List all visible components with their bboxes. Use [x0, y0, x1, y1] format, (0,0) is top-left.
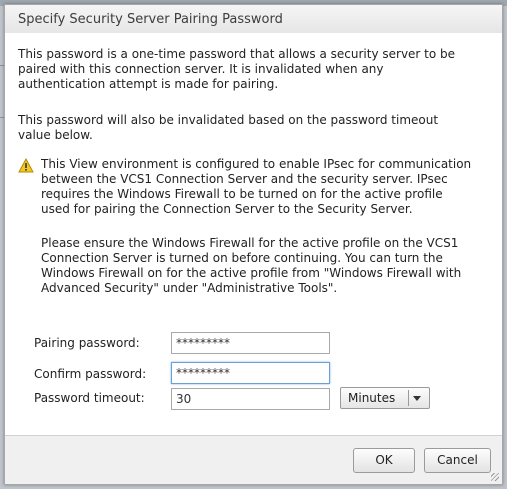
pairing-password-input[interactable] [171, 332, 330, 354]
timeout-paragraph: This password will also be invalidated b… [18, 113, 439, 142]
intro-paragraph: This password is a one-time password tha… [18, 47, 456, 91]
firewall-instructions-text: Please ensure the Windows Firewall for t… [41, 236, 462, 295]
timeout-unit-label: Minutes [348, 391, 396, 405]
ok-button[interactable]: OK [353, 448, 415, 473]
ipsec-warning-text: This View environment is configured to e… [41, 157, 472, 216]
password-timeout-label: Password timeout: [34, 391, 145, 405]
resize-grip-icon[interactable] [491, 473, 499, 481]
password-timeout-input[interactable] [171, 388, 330, 410]
dialog-titlebar[interactable]: Specify Security Server Pairing Password [5, 5, 502, 34]
dialog-body: This password is a one-time password tha… [5, 33, 502, 436]
confirm-password-input[interactable] [171, 362, 330, 384]
chevron-down-icon[interactable] [413, 396, 421, 401]
confirm-password-label: Confirm password: [34, 367, 147, 381]
timeout-unit-select[interactable]: Minutes [340, 387, 430, 409]
cancel-button[interactable]: Cancel [424, 448, 491, 473]
warning-icon [18, 158, 34, 173]
dialog-title: Specify Security Server Pairing Password [18, 12, 283, 27]
dialog-footer: OK Cancel [5, 435, 502, 484]
select-divider [408, 390, 409, 406]
pairing-password-label: Pairing password: [34, 336, 140, 350]
pairing-password-dialog: Specify Security Server Pairing Password… [4, 4, 503, 485]
